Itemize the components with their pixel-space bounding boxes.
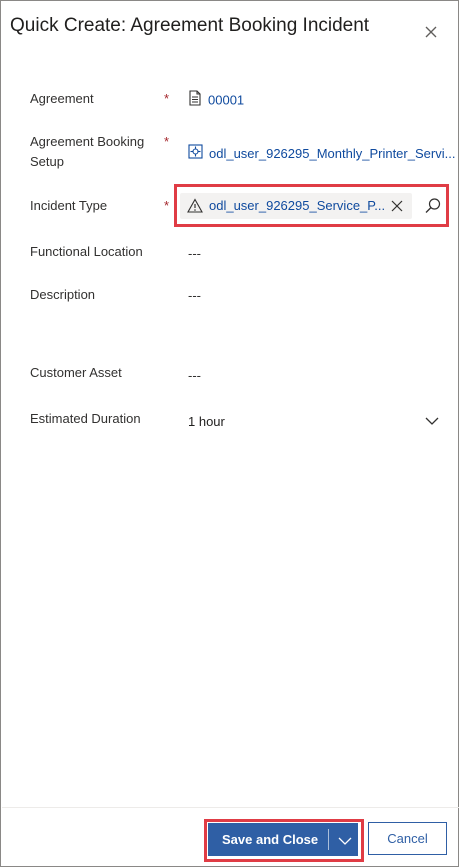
incident-type-required-marker: *	[164, 198, 170, 213]
agreement-label: Agreement	[30, 91, 94, 106]
booking-setup-label-line2: Setup	[30, 154, 64, 169]
booking-setup-label-line1: Agreement Booking	[30, 134, 145, 149]
booking-setup-link[interactable]: odl_user_926295_Monthly_Printer_Servi...	[209, 146, 455, 161]
chevron-down-icon[interactable]	[425, 414, 439, 433]
customer-asset-label: Customer Asset	[30, 365, 122, 380]
functional-location-label: Functional Location	[30, 244, 143, 259]
search-icon[interactable]	[424, 197, 442, 220]
incident-type-value[interactable]: odl_user_926295_Service_P...	[209, 196, 385, 216]
save-split-divider	[328, 829, 329, 850]
setup-icon	[188, 144, 203, 165]
incident-type-label: Incident Type	[30, 198, 108, 213]
functional-location-value[interactable]: ---	[188, 244, 201, 264]
cancel-button[interactable]: Cancel	[368, 822, 447, 855]
chevron-down-icon	[338, 837, 352, 845]
estimated-duration-label: Estimated Duration	[30, 411, 141, 426]
dialog-title: Quick Create: Agreement Booking Incident	[10, 15, 370, 36]
booking-setup-field[interactable]: odl_user_926295_Monthly_Printer_Servi...	[188, 144, 455, 165]
agreement-link[interactable]: 00001	[208, 92, 244, 107]
save-and-close-button[interactable]: Save and Close	[208, 823, 358, 856]
close-icon	[425, 26, 437, 38]
description-label: Description	[30, 287, 96, 302]
agreement-field[interactable]: 00001	[188, 90, 244, 112]
description-value[interactable]: ---	[188, 286, 201, 306]
close-button[interactable]	[421, 22, 441, 42]
save-and-close-label[interactable]: Save and Close	[222, 830, 318, 850]
clear-icon[interactable]	[390, 199, 404, 218]
footer-divider	[2, 807, 459, 808]
save-options-dropdown[interactable]	[336, 830, 354, 850]
document-icon	[188, 90, 202, 112]
warning-icon	[187, 198, 203, 218]
agreement-required-marker: *	[164, 91, 170, 106]
customer-asset-value[interactable]: ---	[188, 366, 201, 386]
quick-create-dialog: Quick Create: Agreement Booking Incident…	[0, 0, 459, 867]
estimated-duration-select[interactable]: 1 hour	[188, 412, 225, 432]
booking-setup-required-marker: *	[164, 134, 170, 149]
booking-setup-label: Agreement Booking Setup	[30, 132, 144, 172]
